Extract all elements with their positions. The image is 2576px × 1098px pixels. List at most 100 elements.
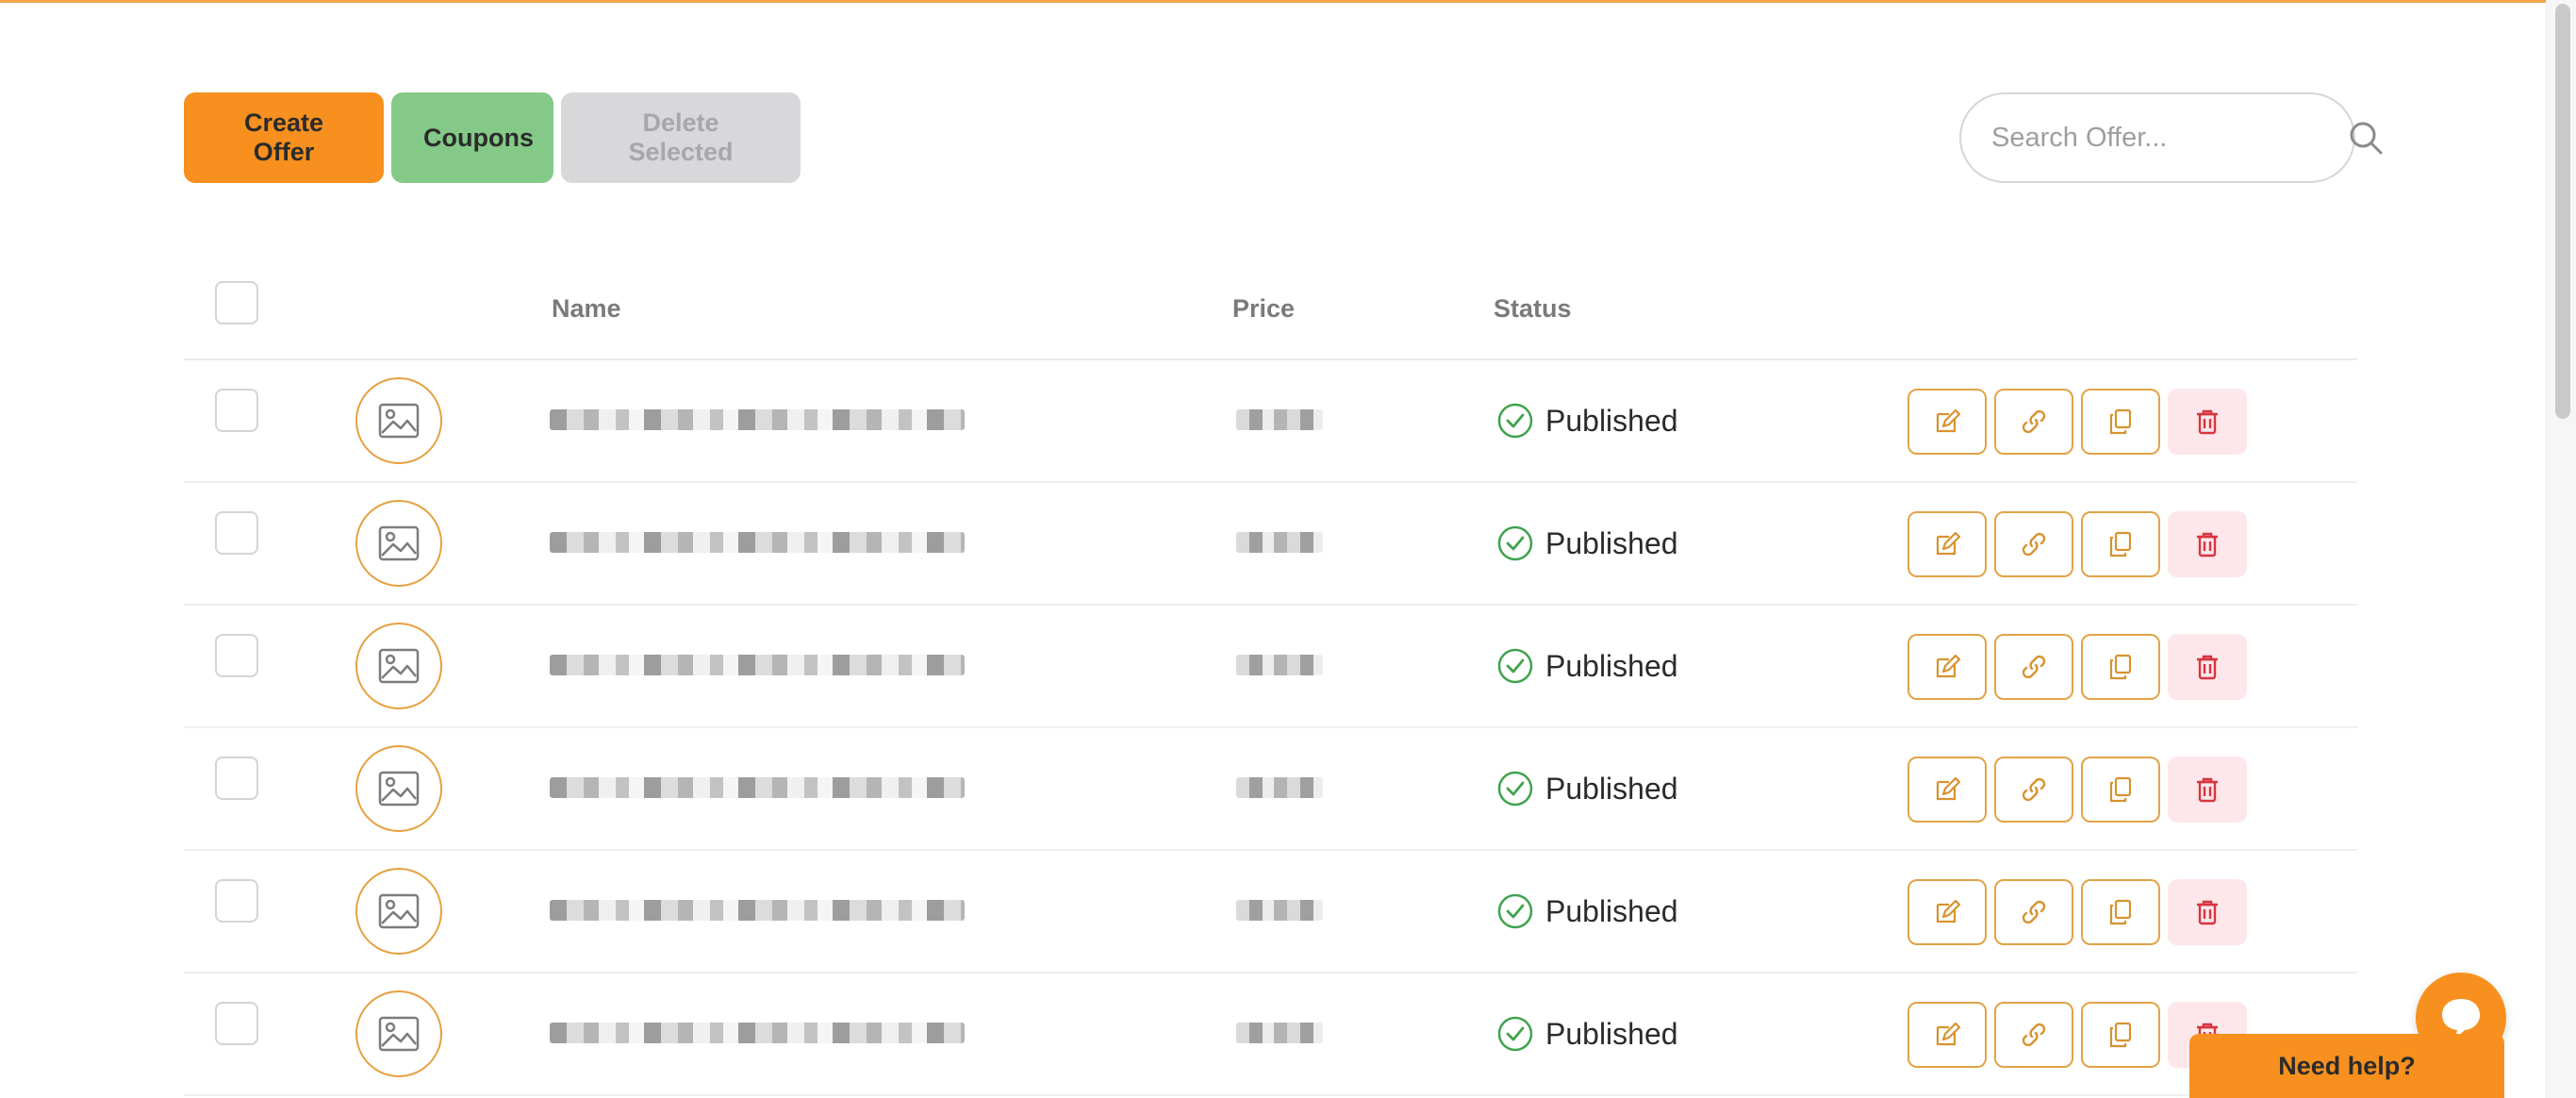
- delete-button[interactable]: [2168, 511, 2247, 577]
- offer-name-redacted[interactable]: [550, 532, 965, 553]
- status-text: Published: [1545, 525, 1678, 560]
- column-header-price[interactable]: Price: [1232, 294, 1295, 324]
- row-checkbox[interactable]: [215, 1002, 258, 1045]
- row-checkbox[interactable]: [215, 634, 258, 677]
- check-circle-icon: [1496, 524, 1534, 562]
- link-icon: [2022, 409, 2046, 434]
- offer-name-redacted[interactable]: [550, 409, 965, 430]
- trash-icon: [2197, 409, 2218, 435]
- image-placeholder-icon: [355, 868, 442, 955]
- image-placeholder-icon: [355, 623, 442, 709]
- duplicate-button[interactable]: [2081, 511, 2160, 577]
- scrollbar-thumb[interactable]: [2555, 4, 2570, 419]
- select-all-checkbox[interactable]: [215, 281, 258, 324]
- image-placeholder-icon: [355, 377, 442, 464]
- offer-price-redacted: [1236, 655, 1323, 675]
- coupons-button[interactable]: Coupons: [391, 92, 553, 183]
- scrollbar-track[interactable]: [2546, 0, 2576, 1098]
- delete-button[interactable]: [2168, 879, 2247, 945]
- offers-table: Name Price Status Published Published Pu…: [184, 274, 2357, 1096]
- trash-icon: [2197, 777, 2218, 803]
- link-button[interactable]: [1994, 389, 2073, 455]
- status-badge: Published: [1496, 770, 1678, 807]
- edit-button[interactable]: [1907, 1002, 1987, 1068]
- column-header-name[interactable]: Name: [552, 294, 621, 324]
- status-badge: Published: [1496, 1015, 1678, 1053]
- column-header-status[interactable]: Status: [1494, 294, 1572, 324]
- search-input[interactable]: [1991, 122, 2347, 154]
- duplicate-icon: [2109, 776, 2132, 803]
- image-placeholder-icon: [355, 990, 442, 1077]
- edit-icon: [1936, 899, 1961, 923]
- status-badge: Published: [1496, 524, 1678, 562]
- offer-price-redacted: [1236, 1023, 1323, 1043]
- link-button[interactable]: [1994, 1002, 2073, 1068]
- link-button[interactable]: [1994, 879, 2073, 945]
- row-checkbox[interactable]: [215, 757, 258, 800]
- table-row: Published: [184, 728, 2357, 851]
- status-text: Published: [1545, 648, 1678, 683]
- link-button[interactable]: [1994, 634, 2073, 700]
- duplicate-button[interactable]: [2081, 757, 2160, 823]
- table-row: Published: [184, 606, 2357, 728]
- offer-price-redacted: [1236, 409, 1323, 430]
- edit-button[interactable]: [1907, 879, 1987, 945]
- status-text: Published: [1545, 771, 1678, 806]
- check-circle-icon: [1496, 892, 1534, 930]
- table-row: Published: [184, 973, 2357, 1096]
- row-actions: [1907, 757, 2247, 823]
- duplicate-button[interactable]: [2081, 389, 2160, 455]
- link-icon: [2022, 655, 2046, 679]
- row-actions: [1907, 634, 2247, 700]
- trash-icon: [2197, 900, 2218, 925]
- delete-selected-button[interactable]: Delete Selected: [561, 92, 801, 183]
- edit-button[interactable]: [1907, 511, 1987, 577]
- row-checkbox[interactable]: [215, 511, 258, 555]
- offer-price-redacted: [1236, 532, 1323, 553]
- delete-button[interactable]: [2168, 389, 2247, 455]
- offer-name-redacted[interactable]: [550, 900, 965, 921]
- edit-button[interactable]: [1907, 757, 1987, 823]
- need-help-button[interactable]: Need help?: [2189, 1034, 2504, 1098]
- link-button[interactable]: [1994, 757, 2073, 823]
- delete-button[interactable]: [2168, 634, 2247, 700]
- search-box: [1959, 92, 2383, 183]
- check-circle-icon: [1496, 1015, 1534, 1053]
- create-offer-button[interactable]: Create Offer: [184, 92, 384, 183]
- row-checkbox[interactable]: [215, 879, 258, 923]
- check-circle-icon: [1496, 402, 1534, 440]
- offer-price-redacted: [1236, 777, 1323, 798]
- table-row: Published: [184, 360, 2357, 483]
- edit-icon: [1936, 776, 1961, 801]
- status-badge: Published: [1496, 402, 1678, 440]
- edit-button[interactable]: [1907, 389, 1987, 455]
- offer-name-redacted[interactable]: [550, 777, 965, 798]
- offer-name-redacted[interactable]: [550, 1023, 965, 1043]
- edit-icon: [1936, 1022, 1961, 1046]
- link-icon: [2022, 1023, 2046, 1047]
- duplicate-button[interactable]: [2081, 879, 2160, 945]
- offer-name-redacted[interactable]: [550, 655, 965, 675]
- link-button[interactable]: [1994, 511, 2073, 577]
- top-accent-line: [0, 0, 2546, 3]
- status-text: Published: [1545, 1016, 1678, 1051]
- check-circle-icon: [1496, 770, 1534, 807]
- delete-button[interactable]: [2168, 757, 2247, 823]
- check-circle-icon: [1496, 647, 1534, 685]
- duplicate-icon: [2109, 408, 2132, 435]
- duplicate-button[interactable]: [2081, 634, 2160, 700]
- search-icon[interactable]: [2347, 117, 2385, 158]
- row-actions: [1907, 511, 2247, 577]
- image-placeholder-icon: [355, 500, 442, 587]
- duplicate-icon: [2109, 531, 2132, 557]
- row-checkbox[interactable]: [215, 389, 258, 432]
- offer-price-redacted: [1236, 900, 1323, 921]
- edit-button[interactable]: [1907, 634, 1987, 700]
- status-badge: Published: [1496, 892, 1678, 930]
- trash-icon: [2197, 532, 2218, 557]
- edit-icon: [1936, 531, 1961, 556]
- row-actions: [1907, 879, 2247, 945]
- duplicate-icon: [2109, 654, 2132, 680]
- duplicate-button[interactable]: [2081, 1002, 2160, 1068]
- toolbar: Create Offer Coupons Delete Selected: [184, 92, 801, 183]
